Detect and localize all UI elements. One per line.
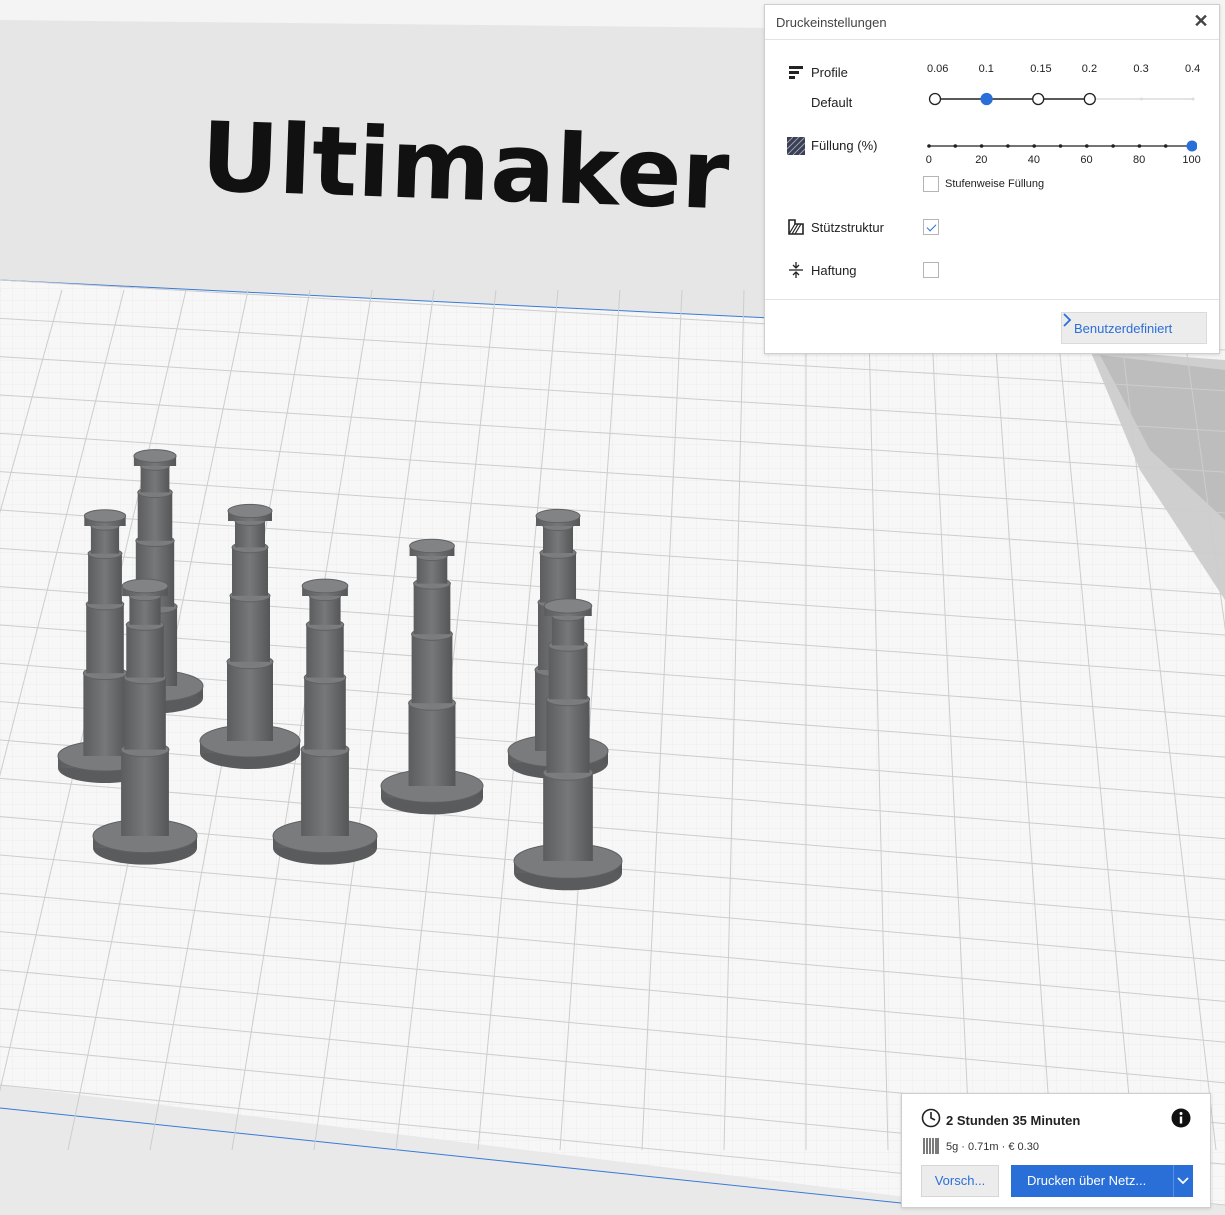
gradual-infill-label: Stufenweise Füllung xyxy=(945,178,1045,190)
support-icon xyxy=(788,219,804,235)
layer-height-slider[interactable] xyxy=(925,87,1197,109)
infill-step-0 xyxy=(927,144,931,148)
infill-slider[interactable] xyxy=(925,135,1197,157)
print-action-panel: 2 Stunden 35 Minuten 5g · 0.71m · € 0.30… xyxy=(901,1093,1211,1208)
infill-step-1 xyxy=(953,144,958,148)
profile-stop-0[interactable] xyxy=(928,92,942,106)
infill-step-4 xyxy=(1032,144,1036,148)
print-options-dropdown[interactable] xyxy=(1173,1165,1193,1197)
gradual-infill-checkbox[interactable] xyxy=(923,176,939,192)
print-over-network-button[interactable]: Drucken über Netz... xyxy=(1011,1165,1173,1197)
infill-step-5 xyxy=(1058,144,1063,148)
infill-tick-1: 20 xyxy=(975,154,988,166)
backdrop-logo-text: Ultimaker xyxy=(199,101,731,231)
infill-tick-5: 100 xyxy=(1182,154,1201,166)
profile-stop-5 xyxy=(1191,97,1195,101)
chevron-right-icon xyxy=(1063,313,1072,327)
infill-tick-4: 80 xyxy=(1133,154,1146,166)
infill-label: Füllung (%) xyxy=(811,138,878,153)
spool-icon xyxy=(923,1138,939,1154)
profile-icon xyxy=(789,66,803,79)
profile-stop-1[interactable] xyxy=(980,92,993,106)
profile-tick-4: 0.3 xyxy=(1133,63,1149,75)
custom-settings-label: Benutzerdefiniert xyxy=(1074,321,1173,336)
profile-stop-3[interactable] xyxy=(1083,92,1096,106)
profile-tick-2: 0.15 xyxy=(1030,63,1052,75)
infill-step-9 xyxy=(1163,144,1168,148)
print-settings-panel: Druckeinstellungen ✕ Profile Default 0.0… xyxy=(764,4,1220,354)
infill-handle[interactable] xyxy=(1186,140,1198,152)
chevron-down-icon xyxy=(1177,1177,1189,1185)
info-icon[interactable] xyxy=(1171,1108,1191,1128)
clock-icon xyxy=(921,1108,941,1128)
adhesion-icon xyxy=(789,262,803,278)
infill-step-3 xyxy=(1006,144,1010,148)
profile-tick-0: 0.06 xyxy=(927,63,949,75)
profile-stop-2[interactable] xyxy=(1032,92,1045,106)
infill-step-6 xyxy=(1085,144,1089,148)
panel-title: Druckeinstellungen xyxy=(776,15,887,30)
infill-icon xyxy=(787,137,805,155)
print-time: 2 Stunden 35 Minuten xyxy=(946,1113,1081,1128)
close-icon[interactable]: ✕ xyxy=(1191,11,1211,31)
panel-divider xyxy=(765,299,1219,300)
profile-tick-3: 0.2 xyxy=(1081,63,1098,75)
infill-tick-2: 40 xyxy=(1027,154,1041,166)
custom-settings-button[interactable]: Benutzerdefiniert xyxy=(1061,312,1207,344)
infill-step-7 xyxy=(1111,144,1115,148)
profile-value: Default xyxy=(811,95,853,110)
infill-tick-0: 0 xyxy=(925,154,932,166)
preview-button[interactable]: Vorsch... xyxy=(921,1165,999,1197)
support-label: Stützstruktur xyxy=(811,220,884,235)
profile-tick-5: 0.4 xyxy=(1185,63,1201,75)
infill-tick-3: 60 xyxy=(1080,154,1093,166)
infill-step-8 xyxy=(1137,144,1142,148)
adhesion-checkbox[interactable] xyxy=(923,262,939,278)
adhesion-label: Haftung xyxy=(811,263,857,278)
profile-tick-1: 0.1 xyxy=(978,63,994,75)
profile-stop-4 xyxy=(1139,97,1143,101)
support-checkbox[interactable] xyxy=(923,219,939,235)
profile-label: Profile xyxy=(811,65,848,80)
infill-step-2 xyxy=(979,144,984,148)
material-estimate: 5g · 0.71m · € 0.30 xyxy=(946,1141,1039,1153)
panel-header: Druckeinstellungen ✕ xyxy=(765,5,1219,40)
